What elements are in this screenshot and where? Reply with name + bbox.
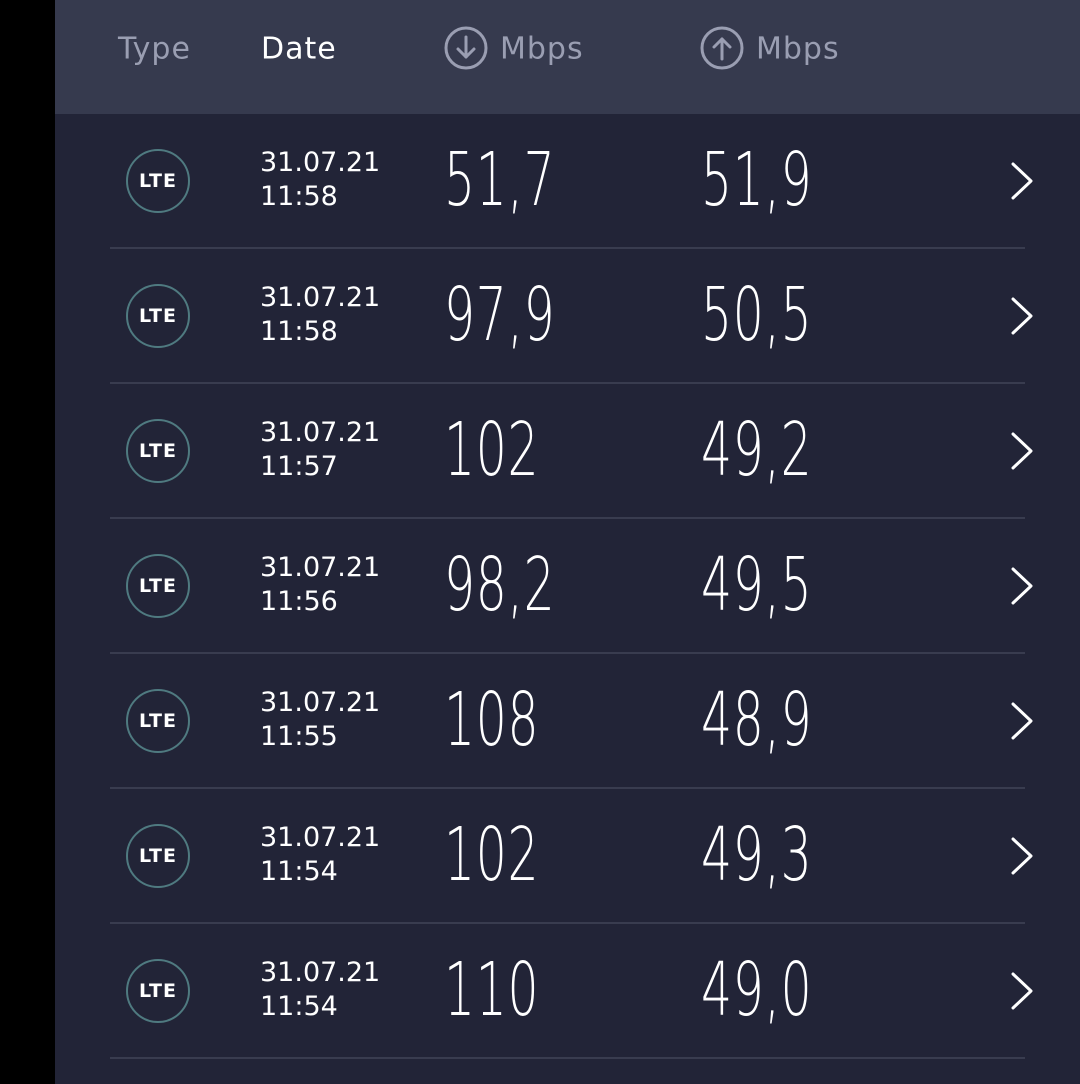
lte-badge-icon: LTE — [126, 554, 190, 618]
chevron-right-icon[interactable] — [1009, 161, 1035, 201]
result-row[interactable]: LTE 31.07.21 11:58 97,9 50,5 — [55, 249, 1080, 384]
result-date: 31.07.21 — [260, 822, 381, 853]
column-header-download[interactable]: Mbps — [444, 26, 584, 69]
upload-speed-value: 51,9 — [701, 137, 813, 223]
result-row[interactable]: LTE 31.07.21 11:54 110 49,0 — [55, 924, 1080, 1059]
chevron-right-icon[interactable] — [1009, 701, 1035, 741]
row-divider — [110, 1057, 1025, 1059]
results-table-header: Type Date Mbps Mbps — [55, 0, 1080, 114]
column-header-date[interactable]: Date — [261, 29, 337, 69]
arrow-up-circle-icon — [700, 26, 744, 69]
result-time: 11:54 — [260, 991, 338, 1022]
result-time: 11:57 — [260, 451, 338, 482]
lte-badge-icon: LTE — [126, 284, 190, 348]
result-date: 31.07.21 — [260, 147, 381, 178]
column-header-download-label: Mbps — [500, 31, 584, 67]
result-time: 11:54 — [260, 856, 338, 887]
column-header-type-label: Type — [118, 31, 191, 67]
results-list: LTE 31.07.21 11:58 51,7 51,9 LTE 31.07.2… — [55, 114, 1080, 1059]
lte-badge-icon: LTE — [126, 959, 190, 1023]
arrow-down-circle-icon — [444, 26, 488, 69]
lte-badge-icon: LTE — [126, 419, 190, 483]
result-time: 11:58 — [260, 181, 338, 212]
result-date: 31.07.21 — [260, 687, 381, 718]
column-header-type[interactable]: Type — [118, 29, 191, 69]
download-speed-value: 51,7 — [444, 137, 556, 223]
upload-speed-value: 49,2 — [701, 407, 813, 493]
download-speed-value: 102 — [444, 812, 540, 898]
download-speed-value: 97,9 — [444, 272, 556, 358]
result-row[interactable]: LTE 31.07.21 11:55 108 48,9 — [55, 654, 1080, 789]
result-time: 11:55 — [260, 721, 338, 752]
result-row[interactable]: LTE 31.07.21 11:56 98,2 49,5 — [55, 519, 1080, 654]
result-date: 31.07.21 — [260, 957, 381, 988]
chevron-right-icon[interactable] — [1009, 836, 1035, 876]
chevron-right-icon[interactable] — [1009, 431, 1035, 471]
result-datetime: 31.07.21 11:54 — [260, 956, 380, 1024]
result-datetime: 31.07.21 11:57 — [260, 416, 380, 484]
result-row[interactable]: LTE 31.07.21 11:58 51,7 51,9 — [55, 114, 1080, 249]
lte-badge-icon: LTE — [126, 824, 190, 888]
result-date: 31.07.21 — [260, 552, 381, 583]
lte-badge-icon: LTE — [126, 689, 190, 753]
column-header-date-label: Date — [261, 31, 337, 67]
upload-speed-value: 50,5 — [701, 272, 813, 358]
result-row[interactable]: LTE 31.07.21 11:57 102 49,2 — [55, 384, 1080, 519]
lte-badge-icon: LTE — [126, 149, 190, 213]
result-datetime: 31.07.21 11:58 — [260, 146, 380, 214]
result-datetime: 31.07.21 11:56 — [260, 551, 380, 619]
column-header-upload-label: Mbps — [756, 31, 840, 67]
result-datetime: 31.07.21 11:55 — [260, 686, 380, 754]
result-date: 31.07.21 — [260, 282, 381, 313]
download-speed-value: 108 — [444, 677, 540, 763]
chevron-right-icon[interactable] — [1009, 296, 1035, 336]
upload-speed-value: 49,5 — [701, 542, 813, 628]
upload-speed-value: 49,0 — [701, 947, 813, 1033]
column-header-upload[interactable]: Mbps — [700, 26, 840, 69]
results-screen: Type Date Mbps Mbps LTE 31.07.21 11:58 5… — [55, 0, 1080, 1084]
result-time: 11:58 — [260, 316, 338, 347]
result-row[interactable]: LTE 31.07.21 11:54 102 49,3 — [55, 789, 1080, 924]
download-speed-value: 110 — [444, 947, 540, 1033]
chevron-right-icon[interactable] — [1009, 971, 1035, 1011]
result-datetime: 31.07.21 11:54 — [260, 821, 380, 889]
result-datetime: 31.07.21 11:58 — [260, 281, 380, 349]
download-speed-value: 98,2 — [444, 542, 556, 628]
result-date: 31.07.21 — [260, 417, 381, 448]
chevron-right-icon[interactable] — [1009, 566, 1035, 606]
download-speed-value: 102 — [444, 407, 540, 493]
result-time: 11:56 — [260, 586, 338, 617]
upload-speed-value: 48,9 — [701, 677, 813, 763]
upload-speed-value: 49,3 — [701, 812, 813, 898]
